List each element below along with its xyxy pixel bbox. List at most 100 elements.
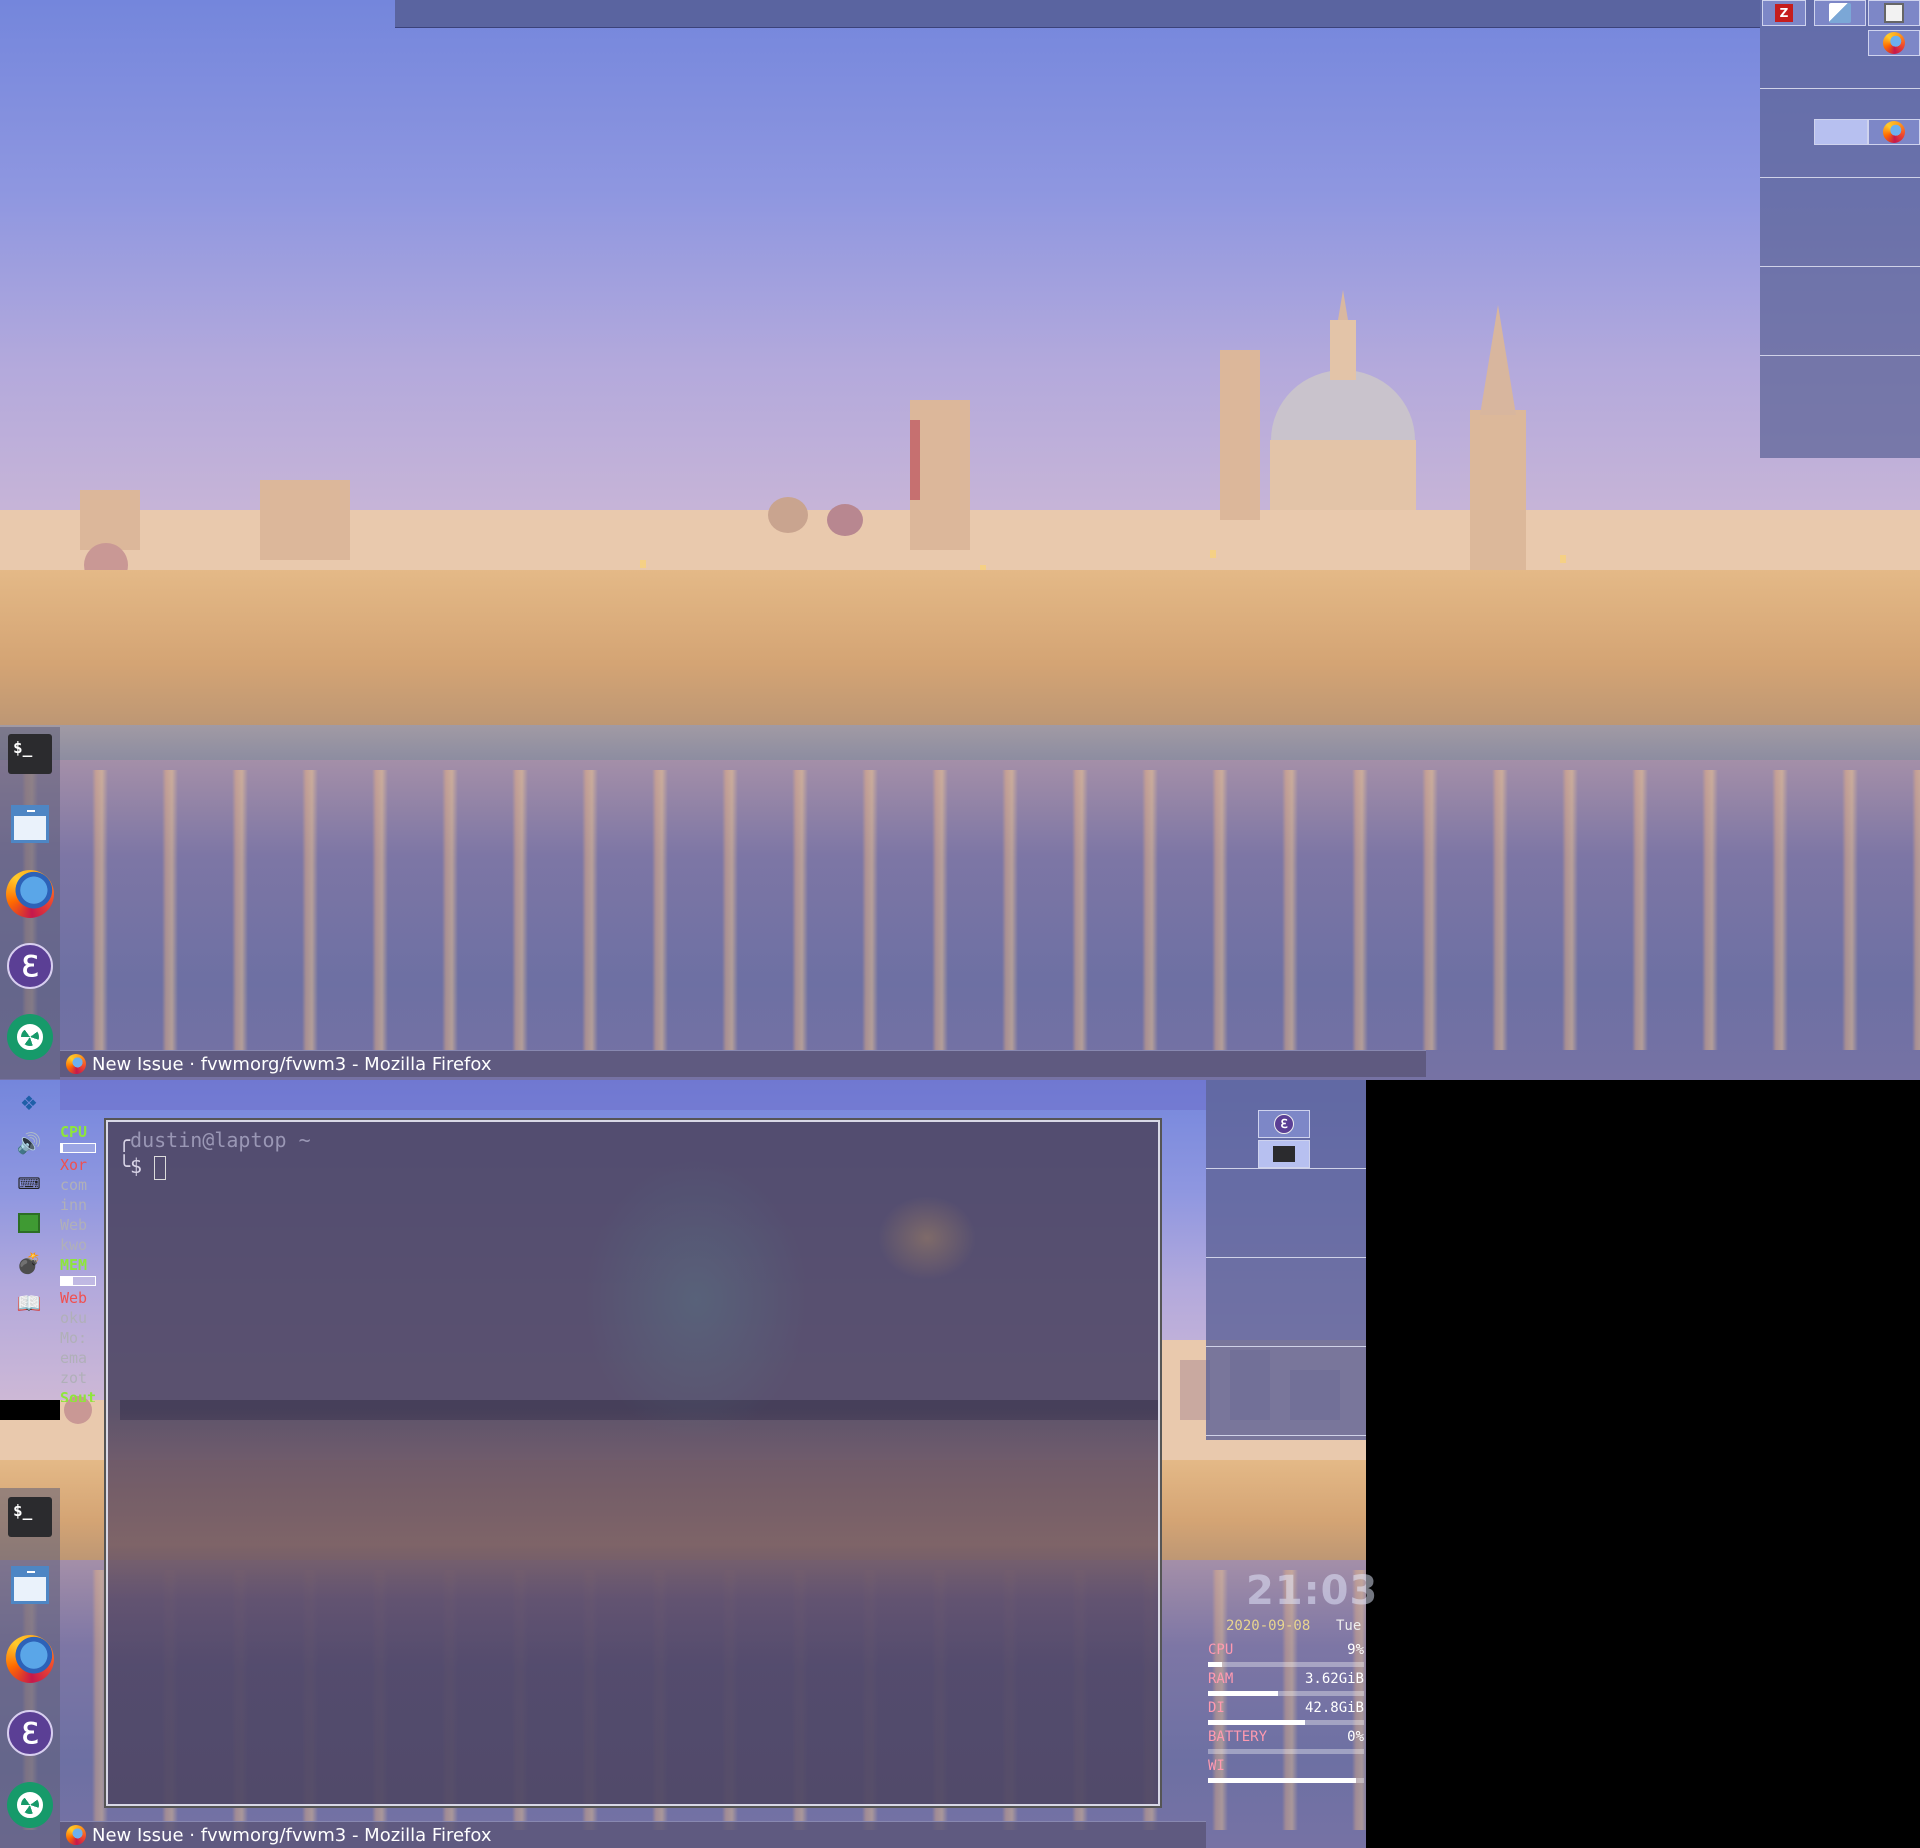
prompt-line-1: ╭dustin@laptop ~ xyxy=(118,1128,311,1152)
keyboard-icon[interactable]: ⌨ xyxy=(14,1170,44,1196)
desktop-pager[interactable]: Z xyxy=(1760,0,1920,458)
conky-row-label: DI xyxy=(1208,1700,1225,1716)
cpu-header: CPU xyxy=(60,1123,88,1141)
window-title: New Issue · fvwmorg/fvwm3 - Mozilla Fire… xyxy=(92,1824,492,1846)
conky-row-label: CPU xyxy=(1208,1642,1234,1658)
dropbox-icon[interactable]: ❖ xyxy=(14,1090,44,1116)
firefox-icon xyxy=(66,1054,86,1074)
wallpaper-shore xyxy=(0,725,1920,765)
firefox-icon xyxy=(6,870,54,918)
firefox-taskbar-entry-top[interactable]: New Issue · fvwmorg/fvwm3 - Mozilla Fire… xyxy=(60,1050,1426,1077)
conky-row-label: BATTERY xyxy=(1208,1729,1268,1745)
conky-row-value: 9% xyxy=(1347,1642,1364,1658)
pager-desk-5[interactable] xyxy=(1760,356,1920,458)
pager-desk-2[interactable] xyxy=(1760,89,1920,178)
shutter-launcher[interactable] xyxy=(3,1778,57,1832)
pager-desk-4[interactable] xyxy=(1760,267,1920,356)
system-tray: ❖ 🔊 ⌨ 💣 📖 xyxy=(0,1090,60,1315)
shutter-icon xyxy=(7,1782,53,1828)
conky-row-value: 0% xyxy=(1347,1729,1364,1745)
wallpaper-reflections xyxy=(0,770,1920,1050)
conky-row-wi: WI xyxy=(1208,1758,1366,1792)
shutter-icon xyxy=(7,1014,53,1060)
terminal-icon: $_ xyxy=(8,734,52,774)
conky-row-label: RAM xyxy=(1208,1671,1234,1687)
terminal-transparency xyxy=(108,1122,1158,1804)
pager-desk-2[interactable] xyxy=(1206,1169,1366,1258)
mem-process: oku xyxy=(60,1309,88,1327)
cpu-process: inn xyxy=(60,1196,88,1214)
conky-system-monitor: 21:03 2020-09-08 Tue CPU 9% RAM 3.62GiB DI 42… xyxy=(1206,1560,1377,1848)
firefox-taskbar-entry-bottom[interactable]: New Issue · fvwmorg/fvwm3 - Mozilla Fire… xyxy=(60,1821,1206,1848)
prompt-user: dustin@laptop ~ xyxy=(130,1128,311,1152)
date-label: 2020-09-08 xyxy=(1226,1618,1311,1634)
conky-process-monitor: CPU Xor com inn Web kwo MEM Web oku Mo: … xyxy=(60,1122,110,1402)
pager-desk-1[interactable]: ℇ xyxy=(1206,1080,1366,1169)
pager-desk-4[interactable] xyxy=(1206,1347,1366,1436)
window-launcher[interactable] xyxy=(3,797,57,851)
terminal-launcher[interactable]: $_ xyxy=(3,727,57,781)
okular-icon[interactable] xyxy=(1814,0,1866,26)
firefox-icon xyxy=(66,1825,86,1845)
window-icon xyxy=(11,805,49,843)
prompt-box-corner: ╭ xyxy=(118,1128,131,1152)
top-pager-strip[interactable] xyxy=(395,0,1760,28)
terminal-icon[interactable] xyxy=(1258,1140,1310,1168)
cpu-process: com xyxy=(60,1176,88,1194)
conky-row-bar xyxy=(1208,1662,1364,1667)
day-label: Tue xyxy=(1336,1618,1362,1634)
mem-process: ema xyxy=(60,1349,88,1367)
shutter-launcher[interactable] xyxy=(3,1010,57,1064)
desktop-pager-bottom[interactable]: ℇ xyxy=(1206,1080,1366,1440)
emacs-icon: ℇ xyxy=(7,1710,53,1756)
emacs-launcher[interactable]: ℇ xyxy=(3,939,57,993)
bomb-icon[interactable]: 💣 xyxy=(14,1250,44,1276)
virtualbox-icon[interactable] xyxy=(14,1210,44,1236)
pager-desk-3[interactable] xyxy=(1760,178,1920,267)
firefox-icon[interactable] xyxy=(1868,30,1920,56)
book-icon[interactable] xyxy=(1868,0,1920,26)
app-dock-top: $_ ℇ xyxy=(0,727,60,1079)
window-title: New Issue · fvwmorg/fvwm3 - Mozilla Fire… xyxy=(92,1053,492,1075)
volume-icon[interactable]: 🔊 xyxy=(14,1130,44,1156)
emacs-icon[interactable]: ℇ xyxy=(1258,1110,1310,1138)
cpu-bar xyxy=(60,1143,96,1153)
emacs-launcher[interactable]: ℇ xyxy=(3,1706,57,1760)
terminal-launcher[interactable]: $_ xyxy=(3,1490,57,1544)
firefox-launcher[interactable] xyxy=(3,1632,57,1686)
conky-row-bar xyxy=(1208,1720,1364,1725)
window-launcher[interactable] xyxy=(3,1558,57,1612)
conky-row-bar xyxy=(1208,1778,1364,1783)
mem-process: Web xyxy=(60,1289,88,1307)
prompt-line-2[interactable]: ╰$ xyxy=(118,1154,311,1180)
firefox-icon xyxy=(6,1635,54,1683)
cpu-process: Xor xyxy=(60,1156,88,1174)
conky-row-bar xyxy=(1208,1691,1364,1696)
terminal-window[interactable]: ╭dustin@laptop ~ ╰$ xyxy=(106,1120,1160,1806)
mem-header: MEM xyxy=(60,1256,88,1274)
conky-row-value: 42.8GiB xyxy=(1304,1700,1364,1716)
clock: 21:03 xyxy=(1246,1568,1379,1614)
app-dock-bottom: $_ ℇ xyxy=(0,1488,60,1848)
firefox-launcher[interactable] xyxy=(3,867,57,921)
footer-label: Sout xyxy=(60,1389,97,1402)
pager-window-mini[interactable] xyxy=(1814,119,1868,145)
mem-bar xyxy=(60,1276,96,1286)
firefox-icon[interactable] xyxy=(1868,119,1920,145)
wallpaper-city xyxy=(0,290,1920,590)
pager-desk-1[interactable]: Z xyxy=(1760,0,1920,89)
desktop-top-monitor xyxy=(0,0,1920,1080)
emacs-icon: ℇ xyxy=(7,943,53,989)
zotero-icon[interactable]: Z xyxy=(1762,0,1806,26)
cpu-process: kwo xyxy=(60,1236,88,1254)
conky-row-value: 3.62GiB xyxy=(1304,1671,1364,1687)
cpu-process: Web xyxy=(60,1216,88,1234)
pager-desk-3[interactable] xyxy=(1206,1258,1366,1347)
mem-process: zot xyxy=(60,1369,88,1387)
book-icon[interactable]: 📖 xyxy=(14,1290,44,1316)
conky-row-bar xyxy=(1208,1749,1364,1754)
conky-row-label: WI xyxy=(1208,1758,1225,1774)
prompt-symbol: $ xyxy=(130,1154,143,1178)
bottom-top-strip xyxy=(60,1080,1206,1110)
mem-process: Mo: xyxy=(60,1329,88,1347)
